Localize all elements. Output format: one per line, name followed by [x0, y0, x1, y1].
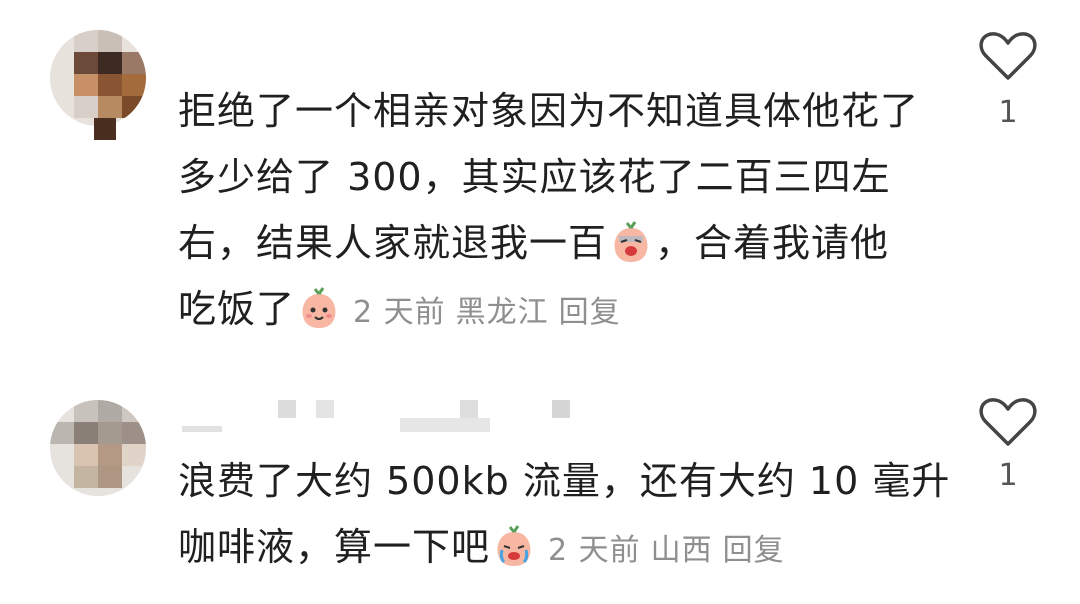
- comment-time: 2 天前: [353, 295, 446, 330]
- reply-button[interactable]: 回复: [723, 533, 785, 568]
- comment-line-part: ，合着我请他: [655, 221, 890, 265]
- comment-line: 浪费了大约 500kb 流量，还有大约 10 毫升: [178, 459, 951, 503]
- comment-line: 多少给了 300，其实应该花了二百三四左: [178, 155, 891, 199]
- comment-location: 黑龙江: [455, 295, 549, 330]
- pixelated-avatar-fragment: [94, 118, 116, 140]
- peach-shock-emoji: [614, 221, 648, 262]
- heart-outline-icon[interactable]: [978, 396, 1038, 448]
- avatar[interactable]: [50, 30, 146, 126]
- reply-button[interactable]: 回复: [559, 295, 621, 330]
- comment-location: 山西: [650, 533, 713, 568]
- comment-text: 浪费了大约 500kb 流量，还有大约 10 毫升 咖啡液，算一下吧 2 天前山…: [178, 448, 950, 584]
- like-count: 1: [998, 458, 1018, 493]
- comment-line-part: 吃饭了: [178, 287, 296, 331]
- avatar[interactable]: [50, 400, 146, 496]
- comment-meta: 2 天前 黑龙江 回复: [343, 295, 621, 330]
- pixelated-avatar-image: [50, 30, 146, 126]
- comment-line-part: 咖啡液，算一下吧: [178, 525, 491, 569]
- comment-line-with-meta: 咖啡液，算一下吧 2 天前 山西 回复: [178, 514, 950, 584]
- comment-item: 拒绝了一个相亲对象因为不知道具体他花了 多少给了 300，其实应该花了二百三四左…: [0, 0, 1080, 331]
- comment-item: 浪费了大约 500kb 流量，还有大约 10 毫升 咖啡液，算一下吧 2 天前山…: [0, 380, 1080, 604]
- like-count: 1: [998, 95, 1018, 130]
- comment-time: 2 天前: [548, 533, 641, 568]
- comment-line: 右，结果人家就退我一百 ，合着我请他: [178, 210, 919, 276]
- comment-line: 拒绝了一个相亲对象因为不知道具体他花了: [178, 89, 920, 133]
- comment-meta: 2 天前 山西 回复: [538, 533, 785, 568]
- heart-outline-icon[interactable]: [978, 30, 1038, 82]
- peach-smile-emoji: [302, 287, 336, 328]
- comment-line-with-meta: 吃饭了 2 天前 黑龙江 回复: [178, 276, 919, 346]
- pixelated-avatar-image: [50, 400, 146, 496]
- peach-crying-emoji: [497, 525, 531, 566]
- comment-text: 拒绝了一个相亲对象因为不知道具体他花了 多少给了 300，其实应该花了二百三四左…: [178, 78, 919, 346]
- comment-line-part: 右，结果人家就退我一百: [178, 221, 608, 265]
